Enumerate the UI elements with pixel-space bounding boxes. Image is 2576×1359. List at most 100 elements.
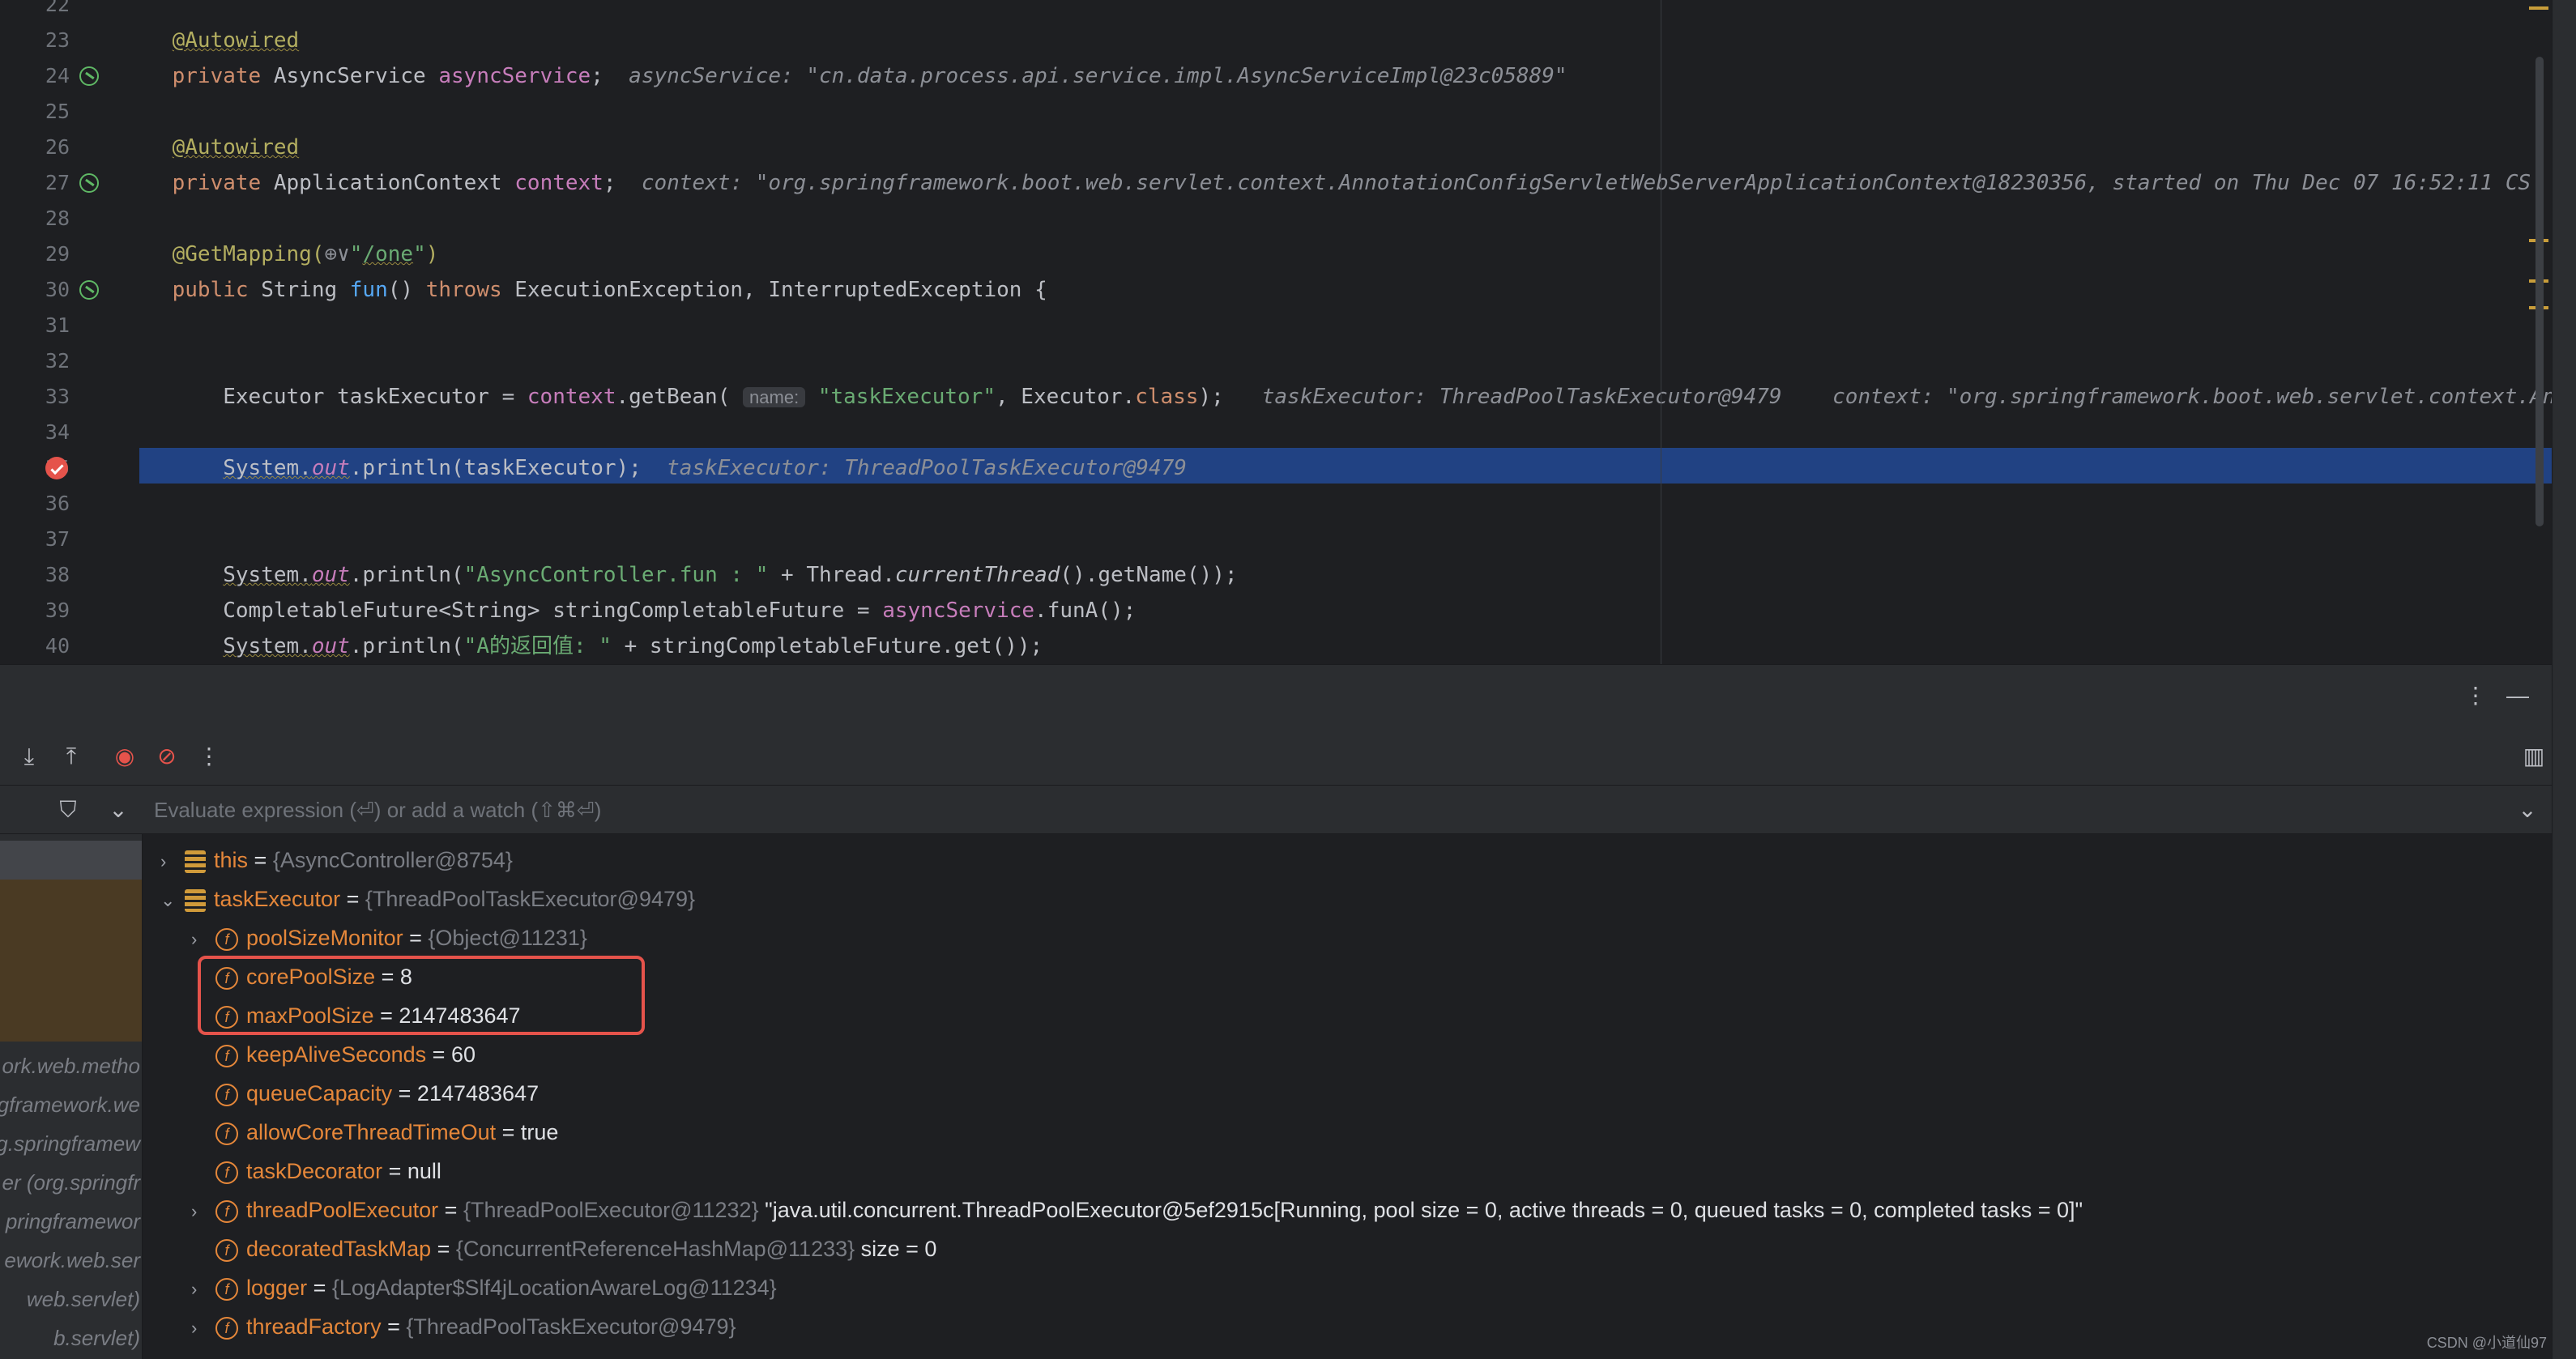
code-line[interactable]: Executor taskExecutor = context.getBean(… — [122, 379, 2552, 415]
line-number[interactable]: 22 — [0, 0, 70, 23]
line-number[interactable]: 34 — [0, 415, 70, 450]
variable-row[interactable]: › this = {AsyncController@8754} — [160, 841, 513, 880]
line-number[interactable]: 27 — [0, 165, 70, 201]
spring-bean-navigation-icon[interactable] — [79, 66, 99, 86]
stack-frame-item[interactable]: b.servlet) — [53, 1319, 140, 1357]
spring-bean-navigation-icon[interactable] — [79, 173, 99, 193]
variable-row[interactable]: › f logger = {LogAdapter$Slf4jLocationAwar… — [191, 1268, 777, 1307]
filter-icon[interactable]: ⛉ — [53, 795, 83, 824]
variable-row[interactable]: › f threadPoolExecutor = {ThreadPoolExecut… — [191, 1191, 2083, 1229]
editor-vertical-scrollbar[interactable] — [2535, 57, 2544, 526]
line-number[interactable]: 33 — [0, 379, 70, 415]
code-line[interactable]: @Autowired — [122, 130, 2552, 165]
code-line[interactable]: @Autowired — [122, 23, 2552, 58]
selected-frame[interactable] — [0, 841, 142, 880]
field-icon: f — [215, 927, 238, 951]
variable-row[interactable]: ⌄ taskExecutor = {ThreadPoolTaskExecutor@… — [160, 880, 695, 918]
code-line[interactable] — [122, 343, 2552, 379]
minimize-icon[interactable]: — — [2503, 681, 2532, 710]
line-number[interactable]: 32 — [0, 343, 70, 379]
equals-sign: = — [248, 848, 273, 872]
web-endpoint-icon[interactable] — [79, 280, 99, 300]
code-line[interactable] — [122, 415, 2552, 450]
mute-breakpoints-icon[interactable]: ⊘ — [152, 742, 181, 771]
line-number-gutter[interactable]: 22232425262728293031323334353637383940 — [0, 0, 122, 664]
code-line[interactable]: System.out.println("AsyncController.fun … — [122, 557, 2552, 593]
step-into-icon[interactable]: ⤓ — [15, 742, 44, 771]
line-number[interactable]: 23 — [0, 23, 70, 58]
line-number[interactable]: 38 — [0, 557, 70, 593]
stack-frame-item[interactable]: er (org.springfr — [2, 1163, 141, 1202]
variable-row[interactable]: f allowCoreThreadTimeOut = true — [191, 1113, 558, 1152]
stack-frame-item[interactable]: ework.web.ser — [4, 1241, 140, 1280]
variable-row[interactable]: f decoratedTaskMap = {ConcurrentReference… — [191, 1229, 936, 1268]
code-line[interactable] — [122, 0, 2552, 23]
code-line[interactable] — [122, 94, 2552, 130]
line-number[interactable]: 29 — [0, 236, 70, 272]
line-number[interactable]: 39 — [0, 593, 70, 628]
line-number[interactable]: 36 — [0, 486, 70, 522]
variable-name: logger — [246, 1276, 308, 1300]
line-number[interactable]: 30 — [0, 272, 70, 308]
variable-name: poolSizeMonitor — [246, 926, 403, 950]
code-line[interactable]: System.out.println(taskExecutor); taskEx… — [122, 450, 2552, 486]
code-token: .println( — [349, 563, 464, 587]
line-number[interactable]: 24 — [0, 58, 70, 94]
code-line[interactable]: public String fun() throws ExecutionExce… — [122, 272, 2552, 308]
code-line[interactable] — [122, 486, 2552, 522]
code-line[interactable]: System.out.println("A的返回值: " + stringCom… — [122, 628, 2552, 664]
code-token: ); — [1198, 385, 1262, 409]
warning-stripe-mark[interactable] — [2529, 6, 2548, 10]
collapse-chevron-icon[interactable]: ⌄ — [160, 881, 185, 920]
variables-tree[interactable]: › this = {AsyncController@8754} ⌄ taskExecu… — [143, 834, 2552, 1359]
stack-frame-item[interactable]: gframework.we — [0, 1085, 140, 1124]
variable-row[interactable]: f keepAliveSeconds = 60 — [191, 1035, 476, 1074]
field-icon: f — [215, 1161, 238, 1184]
code-line[interactable]: @GetMapping(⊕∨"/one") — [122, 236, 2552, 272]
variable-row[interactable]: › f poolSizeMonitor = {Object@11231} — [191, 918, 587, 957]
code-line[interactable] — [122, 201, 2552, 236]
expand-chevron-icon[interactable]: › — [191, 920, 215, 959]
variable-reference: {Object@11231} — [428, 926, 587, 950]
expand-eval-icon[interactable]: ⌄ — [2513, 795, 2542, 824]
expand-chevron-icon[interactable]: › — [160, 842, 185, 881]
line-number[interactable]: 25 — [0, 94, 70, 130]
variable-value: 2147483647 — [416, 1081, 540, 1106]
breakpoint-icon[interactable] — [45, 457, 68, 479]
more-actions-icon[interactable]: ⋮ — [194, 742, 224, 771]
code-line[interactable] — [122, 522, 2552, 557]
code-token: + stringCompletableFuture.get()); — [611, 634, 1043, 658]
evaluate-expression-input[interactable]: Evaluate expression (⏎) or add a watch (… — [154, 786, 2341, 834]
line-number[interactable]: 40 — [0, 628, 70, 664]
more-options-icon[interactable]: ⋮ — [2461, 681, 2490, 710]
line-number[interactable]: 37 — [0, 522, 70, 557]
code-token: String — [261, 278, 350, 302]
line-number[interactable]: 31 — [0, 308, 70, 343]
code-line[interactable] — [122, 308, 2552, 343]
step-out-icon[interactable]: ⤒ — [57, 742, 86, 771]
code-editor[interactable]: 22232425262728293031323334353637383940 @… — [0, 0, 2552, 664]
variable-row[interactable]: f queueCapacity = 2147483647 — [191, 1074, 539, 1113]
code-line[interactable]: CompletableFuture<String> stringCompleta… — [122, 593, 2552, 628]
expand-chevron-icon[interactable]: › — [191, 1192, 215, 1231]
variable-row[interactable]: f taskDecorator = null — [191, 1152, 441, 1191]
frames-dropdown-icon[interactable]: ⌄ — [104, 795, 133, 824]
code-line[interactable]: private ApplicationContext context; cont… — [122, 165, 2552, 201]
line-number[interactable]: 28 — [0, 201, 70, 236]
view-breakpoints-icon[interactable]: ◉ — [110, 742, 139, 771]
stack-frame-item[interactable]: g.springframew — [0, 1124, 140, 1163]
expand-chevron-icon[interactable]: › — [191, 1270, 215, 1309]
expand-chevron-icon[interactable]: › — [191, 1309, 215, 1348]
code-token: "taskExecutor" — [805, 385, 996, 409]
stack-frame-item[interactable]: pringframewor — [6, 1202, 140, 1241]
code-line[interactable]: private AsyncService asyncService; async… — [122, 58, 2552, 94]
line-number[interactable]: 26 — [0, 130, 70, 165]
code-area[interactable]: @Autowired private AsyncService asyncSer… — [122, 0, 2552, 664]
variable-row[interactable]: › f threadFactory = {ThreadPoolTaskExecuto… — [191, 1307, 736, 1346]
layout-settings-icon[interactable]: ▥ — [2519, 742, 2548, 771]
stack-frame-item[interactable]: ork.web.metho — [2, 1046, 140, 1085]
frames-list[interactable]: ork.web.metho gframework.we g.springframew… — [0, 834, 143, 1359]
stack-frame-item[interactable]: web.servlet) — [27, 1280, 140, 1319]
